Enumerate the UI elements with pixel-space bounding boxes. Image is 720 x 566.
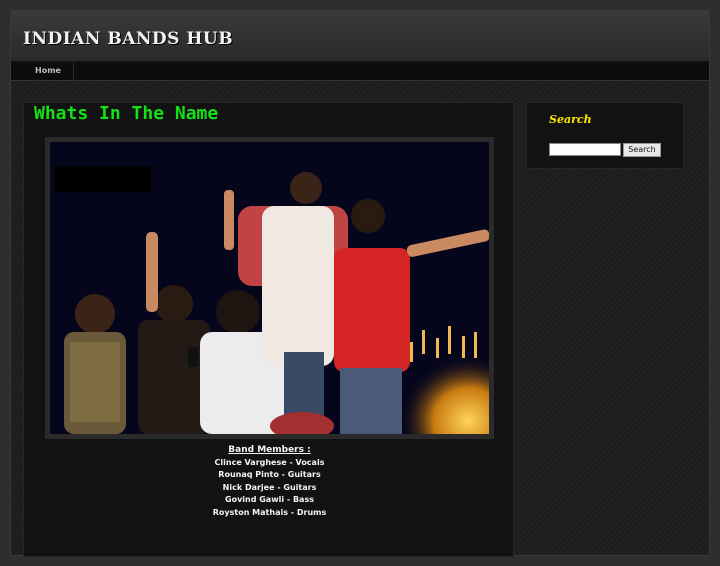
band-photo[interactable] <box>50 142 489 434</box>
member-line: Nick Darjee - Guitars <box>222 482 317 492</box>
search-input[interactable] <box>549 143 621 156</box>
nav-home-link[interactable]: Home <box>23 62 74 80</box>
search-widget-title: Search <box>549 113 592 126</box>
member-line: Clince Varghese - Vocals <box>214 457 325 467</box>
member-line: Rounaq Pinto - Guitars <box>218 470 321 479</box>
post-title[interactable]: Whats In The Name <box>34 103 218 124</box>
band-members-heading: Band Members : <box>228 445 311 455</box>
main-post: Whats In The Name Band Members: Clince … <box>23 102 514 557</box>
site-header: INDIAN BANDS HUB <box>11 11 709 62</box>
member-line: Govind Gawli - Bass <box>225 495 314 504</box>
search-button[interactable]: Search <box>623 143 661 157</box>
band-photo-frame <box>45 137 494 439</box>
site-title[interactable]: INDIAN BANDS HUB <box>23 29 233 49</box>
page-container: INDIAN BANDS HUB Home Whats In The Name <box>10 10 710 557</box>
nav-bar: Home <box>11 62 709 81</box>
member-line: Royston Mathais - Drums <box>212 507 327 517</box>
search-widget: Search Search <box>526 102 684 169</box>
band-members-list: Band Members : Clince Varghese - Vocals … <box>24 444 515 519</box>
